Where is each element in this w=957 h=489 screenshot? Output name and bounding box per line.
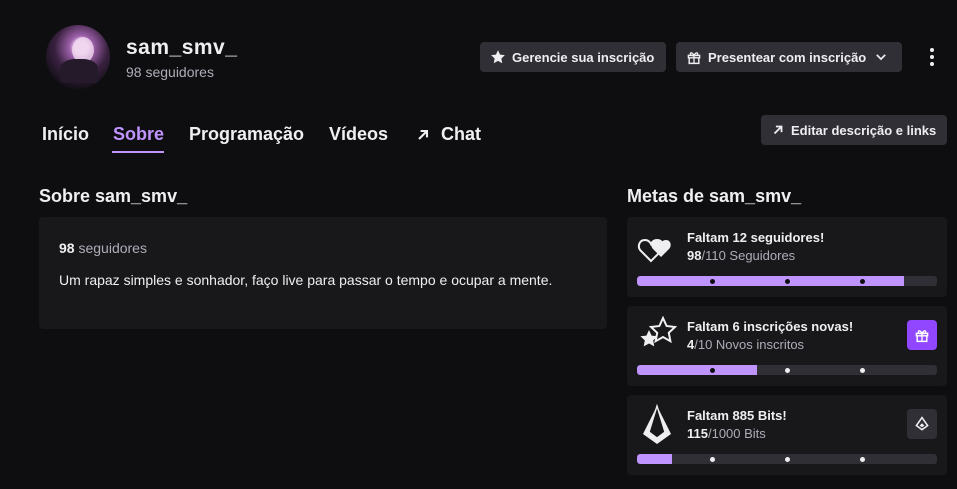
goal-progress-text: 115/1000 Bits	[687, 426, 766, 441]
manage-subscription-label: Gerencie sua inscrição	[512, 49, 655, 65]
goal-name: Faltam 885 Bits!	[687, 408, 787, 423]
about-description: Um rapaz simples e sonhador, faço live p…	[59, 272, 553, 288]
goal-name: Faltam 12 seguidores!	[687, 230, 825, 245]
channel-followers: 98 seguidores	[126, 64, 214, 80]
about-followers-count: 98	[59, 240, 75, 256]
goal-progress-tick	[860, 457, 865, 462]
bits-icon	[915, 416, 929, 431]
goal-progress-tick	[785, 457, 790, 462]
avatar-body-shape	[60, 59, 98, 83]
bits-gem-icon	[643, 404, 671, 444]
goal-target: /10 Novos inscritos	[694, 337, 805, 352]
stars-icon	[640, 316, 677, 347]
active-tab-indicator	[112, 151, 164, 153]
external-arrow-icon	[418, 129, 429, 140]
edit-description-button[interactable]: Editar descrição e links	[761, 115, 947, 145]
cheer-bits-button[interactable]	[907, 409, 937, 439]
gift-subscription-button[interactable]: Presentear com inscrição	[676, 42, 902, 72]
more-options-icon[interactable]	[922, 44, 942, 70]
about-followers: 98 seguidores	[59, 240, 147, 256]
goal-progress-bar	[637, 365, 937, 375]
goal-progress-text: 98/110 Seguidores	[687, 248, 795, 263]
tab-chat[interactable]: Chat	[415, 124, 481, 145]
goal-progress-tick	[785, 279, 790, 284]
goal-current: 115	[687, 426, 708, 441]
goal-progress-tick	[710, 279, 715, 284]
goals-section-title: Metas de sam_smv_	[627, 186, 802, 206]
goal-card: Faltam 885 Bits! 115/1000 Bits	[627, 395, 947, 475]
goal-progress-tick	[710, 457, 715, 462]
gift-icon	[915, 330, 929, 343]
manage-subscription-button[interactable]: Gerencie sua inscrição	[480, 42, 666, 72]
goal-progress-bar	[637, 276, 937, 286]
channel-name[interactable]: sam_smv_	[126, 36, 237, 60]
goal-progress-fill	[637, 454, 672, 464]
gift-subscription-label: Presentear com inscrição	[708, 49, 867, 65]
goal-card: Faltam 12 seguidores! 98/110 Seguidores	[627, 217, 947, 297]
goal-target: /1000 Bits	[707, 426, 766, 441]
external-arrow-icon	[773, 125, 783, 135]
about-followers-label: seguidores	[78, 240, 147, 256]
about-panel: 98 seguidores Um rapaz simples e sonhado…	[39, 217, 607, 329]
edit-description-label: Editar descrição e links	[791, 122, 937, 138]
goal-progress-text: 4/10 Novos inscritos	[687, 337, 804, 352]
goal-current: 98	[687, 248, 702, 263]
goal-progress-tick	[860, 368, 865, 373]
tab-chat-label: Chat	[441, 124, 481, 144]
goal-name: Faltam 6 inscrições novas!	[687, 319, 854, 334]
hearts-icon	[637, 238, 671, 263]
goal-target: /110 Seguidores	[701, 248, 796, 263]
gift-subscription-goal-button[interactable]	[907, 320, 937, 350]
tab-about[interactable]: Sobre	[113, 124, 164, 145]
goal-progress-tick	[710, 368, 715, 373]
tab-videos[interactable]: Vídeos	[329, 124, 388, 145]
channel-avatar[interactable]	[46, 25, 110, 89]
gift-icon	[687, 52, 701, 65]
tab-home[interactable]: Início	[42, 124, 89, 145]
chevron-down-icon	[876, 54, 887, 61]
goal-progress-fill	[637, 365, 757, 375]
star-icon	[491, 50, 505, 64]
goal-card: Faltam 6 inscrições novas! 4/10 Novos in…	[627, 306, 947, 386]
goal-progress-bar	[637, 454, 937, 464]
tab-schedule[interactable]: Programação	[189, 124, 304, 145]
about-section-title: Sobre sam_smv_	[39, 186, 188, 206]
goal-progress-tick	[860, 279, 865, 284]
goal-progress-tick	[785, 368, 790, 373]
